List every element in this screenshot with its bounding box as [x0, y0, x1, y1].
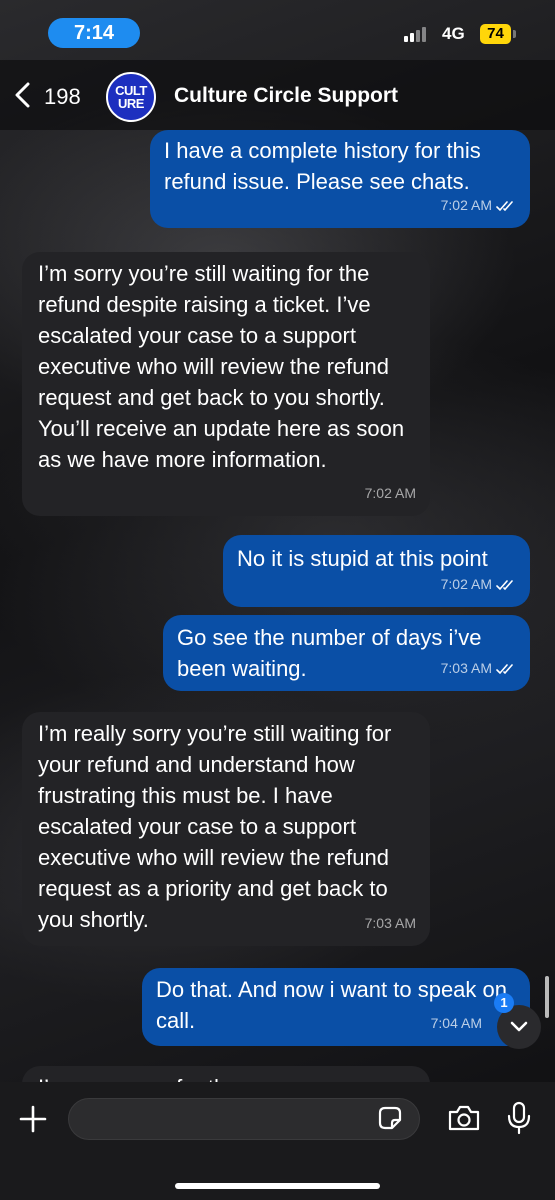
sticker-icon[interactable]: [377, 1105, 403, 1131]
message-time: 7:02 AM: [440, 197, 492, 213]
message-time: 7:03 AM: [440, 660, 492, 676]
message-text: I have a complete history for this refun…: [164, 138, 481, 194]
read-ticks-icon: [496, 663, 513, 674]
message-time: 7:04 AM: [430, 1015, 482, 1031]
message-text: I’m sorry you’re still waiting for the r…: [38, 261, 405, 472]
read-ticks-icon: [496, 579, 513, 590]
chat-title[interactable]: Culture Circle Support: [174, 84, 398, 108]
message-input[interactable]: [68, 1098, 420, 1140]
camera-icon[interactable]: [447, 1104, 481, 1132]
back-unread-count[interactable]: 198: [44, 84, 81, 110]
message-outgoing[interactable]: Do that. And now i want to speak on call…: [142, 968, 530, 1046]
signal-icon: [404, 27, 426, 42]
message-outgoing[interactable]: No it is stupid at this point 7:02 AM: [223, 535, 530, 607]
back-chevron-icon[interactable]: [12, 82, 36, 108]
status-bar: 7:14 4G 74: [0, 0, 555, 60]
chevron-down-icon: [510, 1021, 528, 1032]
message-outgoing[interactable]: I have a complete history for this refun…: [150, 130, 530, 228]
message-text: I’m really sorry you’re still waiting fo…: [38, 721, 392, 932]
home-indicator: [175, 1183, 380, 1189]
avatar-line2: URE: [118, 96, 144, 111]
status-time: 7:14: [48, 18, 140, 48]
scrollbar[interactable]: [545, 976, 549, 1018]
avatar[interactable]: CULT URE: [106, 72, 156, 122]
battery-cap: [513, 30, 516, 38]
message-time: 7:03 AM: [364, 915, 416, 931]
message-outgoing[interactable]: Go see the number of days i’ve been wait…: [163, 615, 530, 691]
read-ticks-icon: [496, 200, 513, 211]
message-incoming[interactable]: I’m really sorry you’re still waiting fo…: [22, 712, 430, 946]
message-time: 7:02 AM: [440, 576, 492, 592]
unread-badge: 1: [494, 993, 514, 1013]
chat-header: 198 CULT URE Culture Circle Support: [0, 60, 555, 130]
plus-icon[interactable]: [18, 1104, 48, 1134]
message-time: 7:02 AM: [364, 485, 416, 501]
mic-icon[interactable]: [506, 1101, 532, 1135]
message-incoming[interactable]: I’m sorry you’re still waiting for the r…: [22, 252, 430, 516]
network-type: 4G: [442, 24, 465, 43]
battery-icon: 74: [480, 24, 511, 44]
